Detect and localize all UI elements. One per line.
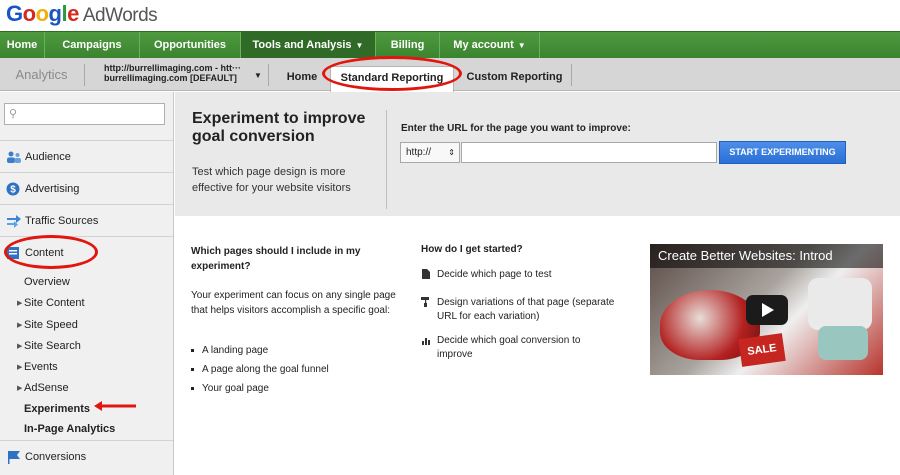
paint-roller-icon <box>421 297 429 307</box>
url-input[interactable] <box>461 142 717 163</box>
expand-icon: ▶ <box>17 300 23 307</box>
sidebar-subitem-in-page-analytics[interactable]: In-Page Analytics <box>24 423 115 435</box>
analytics-label[interactable]: Analytics <box>0 58 83 91</box>
protocol-select[interactable]: http://⇕ <box>400 142 460 163</box>
google-adwords-logo[interactable]: Google AdWords <box>6 1 158 27</box>
page-title: Experiment to improve goal conversion <box>192 110 366 145</box>
which-pages-heading: Which pages should I include in my exper… <box>191 246 361 272</box>
sidebar-item-label: Traffic Sources <box>25 215 99 227</box>
url-label: Enter the URL for the page you want to i… <box>401 123 631 134</box>
sidebar-item-label: Advertising <box>25 183 80 195</box>
glove-image <box>808 278 872 330</box>
sale-tag: SALE <box>738 333 786 367</box>
annotation-circle <box>322 56 462 91</box>
bullet-icon <box>191 367 194 371</box>
sidebar-subitem-events[interactable]: ▶ Events <box>17 361 58 373</box>
sidebar-search[interactable]: ⚲ <box>4 103 165 125</box>
chevron-updown-icon: ⇕ <box>448 148 455 157</box>
divider <box>84 64 85 86</box>
search-icon: ⚲ <box>9 108 18 120</box>
video-player[interactable]: SALE Create Better Websites: Introd <box>650 244 883 375</box>
sidebar: ⚲ Audience $ Advertising Traffic Sources… <box>0 92 174 475</box>
chevron-down-icon: ▼ <box>355 41 364 50</box>
document-icon <box>422 269 430 279</box>
account-selector[interactable]: http://burrellimaging.com - htt··· burre… <box>104 63 241 83</box>
nav-my-account[interactable]: My account ▼ <box>440 32 540 59</box>
nav-campaigns[interactable]: Campaigns <box>45 32 140 59</box>
expand-icon: ▶ <box>17 385 23 392</box>
list-item: A landing page <box>191 345 268 356</box>
which-pages-text: Your experiment can focus on any single … <box>191 290 396 316</box>
people-icon <box>7 151 21 163</box>
experiment-banner: Experiment to improve goal conversion Te… <box>175 92 900 216</box>
get-started-heading: How do I get started? <box>421 244 523 255</box>
annotation-circle <box>4 235 98 269</box>
sidebar-item-conversions[interactable]: Conversions <box>0 440 173 475</box>
annotation-arrow-icon <box>94 401 136 411</box>
list-item: Your goal page <box>191 383 269 394</box>
nav-billing[interactable]: Billing <box>376 32 440 59</box>
chevron-down-icon[interactable]: ▼ <box>254 71 262 80</box>
sidebar-subitem-adsense[interactable]: ▶ AdSense <box>17 382 69 394</box>
divider <box>571 64 572 86</box>
tab-home[interactable]: Home <box>278 66 326 91</box>
sidebar-item-traffic-sources[interactable]: Traffic Sources <box>0 204 173 236</box>
expand-icon: ▶ <box>17 364 23 371</box>
header-logo-row: Google AdWords <box>0 0 900 31</box>
video-title[interactable]: Create Better Websites: Introd <box>650 244 883 268</box>
bullet-icon <box>191 386 194 390</box>
sidebar-subitem-site-content[interactable]: ▶ Site Content <box>17 297 85 309</box>
sidebar-subitem-experiments[interactable]: Experiments <box>24 403 90 415</box>
bar-chart-icon <box>422 338 430 345</box>
sidebar-item-label: Audience <box>25 151 71 163</box>
sidebar-item-label: Conversions <box>25 451 87 463</box>
account-url: http://burrellimaging.com - htt··· <box>104 63 241 73</box>
list-item: A page along the goal funnel <box>191 364 329 375</box>
expand-icon: ▶ <box>17 343 23 350</box>
main-content: Experiment to improve goal conversion Te… <box>175 92 900 475</box>
top-nav: Home Campaigns Opportunities Tools and A… <box>0 31 900 59</box>
arrows-icon <box>7 215 21 228</box>
glove-image <box>818 326 868 360</box>
banner-description: Test which page design is more effective… <box>192 166 351 194</box>
nav-tools-and-analysis[interactable]: Tools and Analysis ▼ <box>241 32 376 59</box>
sidebar-subitem-overview[interactable]: Overview <box>24 276 70 288</box>
start-experimenting-button[interactable]: START EXPERIMENTING <box>719 141 846 164</box>
dollar-icon: $ <box>6 182 20 196</box>
divider <box>386 110 387 209</box>
nav-home[interactable]: Home <box>0 32 45 59</box>
info-section: Which pages should I include in my exper… <box>175 216 900 475</box>
bullet-icon <box>191 348 194 352</box>
flag-icon <box>8 451 20 464</box>
search-input[interactable] <box>23 106 161 122</box>
tab-custom-reporting[interactable]: Custom Reporting <box>459 66 570 91</box>
svg-text:$: $ <box>10 185 16 196</box>
divider <box>268 64 269 86</box>
nav-opportunities[interactable]: Opportunities <box>140 32 241 59</box>
sidebar-item-audience[interactable]: Audience <box>0 140 173 172</box>
play-icon[interactable] <box>746 295 788 325</box>
account-profile: burrellimaging.com [DEFAULT] <box>104 73 237 83</box>
sidebar-subitem-site-search[interactable]: ▶ Site Search <box>17 340 81 352</box>
product-name: AdWords <box>82 5 158 26</box>
chevron-down-icon: ▼ <box>517 41 526 50</box>
sidebar-item-advertising[interactable]: $ Advertising <box>0 172 173 204</box>
expand-icon: ▶ <box>17 322 23 329</box>
sidebar-subitem-site-speed[interactable]: ▶ Site Speed <box>17 319 78 331</box>
